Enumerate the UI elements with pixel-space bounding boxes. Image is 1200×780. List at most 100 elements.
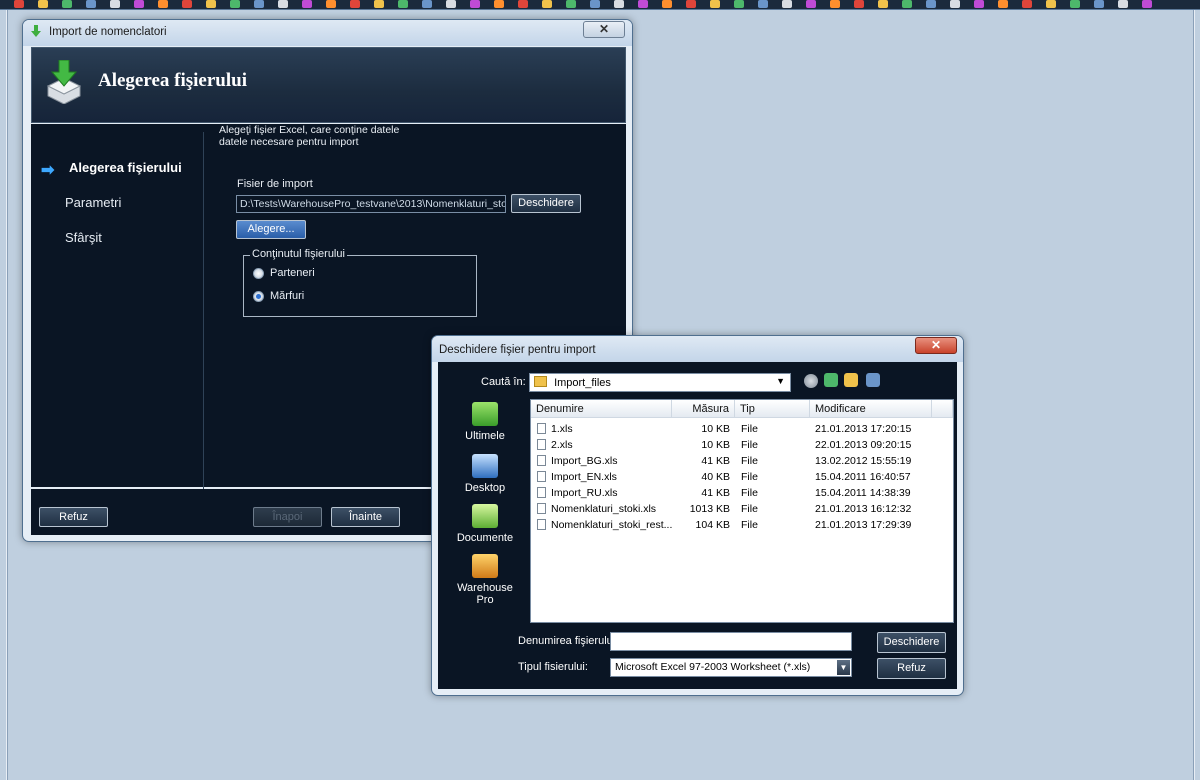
file-row[interactable]: 2.xls 10 KB File 22.01.2013 09:20:15: [531, 438, 951, 454]
taskbar-app-icon[interactable]: [470, 0, 480, 8]
taskbar-app-icon[interactable]: [494, 0, 504, 8]
file-type: File: [741, 503, 758, 515]
taskbar-app-icon[interactable]: [758, 0, 768, 8]
place-documents[interactable]: Documente: [447, 504, 523, 544]
file-icon: [537, 471, 546, 482]
filetype-select[interactable]: Microsoft Excel 97-2003 Worksheet (*.xls…: [610, 658, 852, 677]
column-header-modified[interactable]: Modificare: [810, 400, 932, 418]
taskbar-app-icon[interactable]: [926, 0, 936, 8]
taskbar-app-icon[interactable]: [614, 0, 624, 8]
choose-file-button[interactable]: Alegere...: [236, 220, 306, 239]
taskbar-app-icon[interactable]: [878, 0, 888, 8]
taskbar-app-icon[interactable]: [638, 0, 648, 8]
taskbar-app-icon[interactable]: [1070, 0, 1080, 8]
file-row[interactable]: 1.xls 10 KB File 21.01.2013 17:20:15: [531, 422, 951, 438]
wizard-back-button[interactable]: Înapoi: [253, 507, 322, 527]
radio-goods[interactable]: [253, 291, 264, 302]
import-file-path-input[interactable]: D:\Tests\WarehousePro_testvane\2013\Nome…: [236, 195, 506, 213]
wizard-open-button[interactable]: Deschidere: [511, 194, 581, 213]
dialog-cancel-button[interactable]: Refuz: [877, 658, 946, 679]
taskbar-app-icon[interactable]: [686, 0, 696, 8]
file-size: 104 KB: [695, 519, 730, 531]
taskbar-app-icon[interactable]: [710, 0, 720, 8]
taskbar-app-icon[interactable]: [158, 0, 168, 8]
taskbar-app-icon[interactable]: [206, 0, 216, 8]
taskbar-app-icon[interactable]: [542, 0, 552, 8]
up-folder-icon[interactable]: [824, 373, 838, 387]
taskbar-app-icon[interactable]: [734, 0, 744, 8]
taskbar-app-icon[interactable]: [86, 0, 96, 8]
file-row[interactable]: Nomenklaturi_stoki_rest... 104 KB File 2…: [531, 518, 951, 534]
wizard-next-button[interactable]: Înainte: [331, 507, 400, 527]
taskbar-app-icon[interactable]: [854, 0, 864, 8]
file-icon: [537, 487, 546, 498]
taskbar-app-icon[interactable]: [182, 0, 192, 8]
taskbar-app-icon[interactable]: [374, 0, 384, 8]
place-warehouse-pro[interactable]: Warehouse Pro: [447, 554, 523, 606]
file-row[interactable]: Import_BG.xls 41 KB File 13.02.2012 15:5…: [531, 454, 951, 470]
taskbar-app-icon[interactable]: [278, 0, 288, 8]
wizard-title: Import de nomenclatori: [49, 26, 167, 38]
wizard-close-button[interactable]: ✕: [583, 21, 625, 38]
taskbar-app-icon[interactable]: [1046, 0, 1056, 8]
taskbar-app-icon[interactable]: [662, 0, 672, 8]
taskbar-app-icon[interactable]: [38, 0, 48, 8]
taskbar-app-icon[interactable]: [782, 0, 792, 8]
dialog-close-button[interactable]: ✕: [915, 337, 957, 354]
taskbar-app-icon[interactable]: [230, 0, 240, 8]
taskbar-app-icon[interactable]: [398, 0, 408, 8]
taskbar-app-icon[interactable]: [566, 0, 576, 8]
column-header-type[interactable]: Tip: [735, 400, 810, 418]
wizard-header: Alegerea fişierului: [31, 47, 626, 123]
taskbar-app-icon[interactable]: [110, 0, 120, 8]
documents-icon: [472, 504, 498, 528]
file-type: File: [741, 471, 758, 483]
taskbar-app-icon[interactable]: [326, 0, 336, 8]
taskbar-app-icon[interactable]: [518, 0, 528, 8]
file-modified: 15.04.2011 14:38:39: [815, 487, 911, 499]
taskbar-app-icon[interactable]: [1022, 0, 1032, 8]
taskbar-app-icon[interactable]: [974, 0, 984, 8]
column-header-name[interactable]: Denumire: [531, 400, 672, 418]
file-row[interactable]: Import_RU.xls 41 KB File 15.04.2011 14:3…: [531, 486, 951, 502]
place-recent-label: Ultimele: [465, 430, 505, 442]
place-recent[interactable]: Ultimele: [447, 402, 523, 442]
view-menu-icon[interactable]: [866, 373, 880, 387]
radio-partners[interactable]: [253, 268, 264, 279]
wizard-titlebar[interactable]: Import de nomenclatori ✕: [23, 20, 632, 46]
nav-divider: [203, 132, 204, 512]
taskbar-app-icon[interactable]: [998, 0, 1008, 8]
look-in-label: Caută în:: [481, 376, 526, 388]
taskbar-app-icon[interactable]: [590, 0, 600, 8]
taskbar-app-icon[interactable]: [62, 0, 72, 8]
taskbar-app-icon[interactable]: [950, 0, 960, 8]
file-row[interactable]: Import_EN.xls 40 KB File 15.04.2011 16:4…: [531, 470, 951, 486]
taskbar-app-icon[interactable]: [806, 0, 816, 8]
taskbar-app-icon[interactable]: [422, 0, 432, 8]
file-row[interactable]: Nomenklaturi_stoki.xls 1013 KB File 21.0…: [531, 502, 951, 518]
taskbar-app-icon[interactable]: [446, 0, 456, 8]
wizard-cancel-button[interactable]: Refuz: [39, 507, 108, 527]
column-header-size[interactable]: Măsura: [672, 400, 735, 418]
taskbar-app-icon[interactable]: [902, 0, 912, 8]
taskbar-app-icon[interactable]: [14, 0, 24, 8]
taskbar-app-icon[interactable]: [254, 0, 264, 8]
taskbar-app-icon[interactable]: [1094, 0, 1104, 8]
dialog-open-button[interactable]: Deschidere: [877, 632, 946, 653]
file-name: Import_EN.xls: [551, 471, 617, 483]
taskbar-app-icon[interactable]: [1142, 0, 1152, 8]
file-modified: 21.01.2013 17:20:15: [815, 423, 912, 435]
dialog-titlebar[interactable]: Deschidere fişier pentru import ✕: [432, 336, 963, 362]
place-desktop[interactable]: Desktop: [447, 454, 523, 494]
taskbar-app-icon[interactable]: [134, 0, 144, 8]
back-icon[interactable]: [804, 374, 818, 388]
taskbar-app-icon[interactable]: [1118, 0, 1128, 8]
file-list[interactable]: Denumire Măsura Tip Modificare 1.xls 10 …: [530, 399, 954, 623]
taskbar-app-icon[interactable]: [350, 0, 360, 8]
filename-input[interactable]: [610, 632, 852, 651]
new-folder-icon[interactable]: [844, 373, 858, 387]
look-in-combo[interactable]: Import_files ▼: [529, 373, 791, 392]
chevron-down-icon: ▼: [776, 376, 785, 386]
taskbar-app-icon[interactable]: [830, 0, 840, 8]
taskbar-app-icon[interactable]: [302, 0, 312, 8]
